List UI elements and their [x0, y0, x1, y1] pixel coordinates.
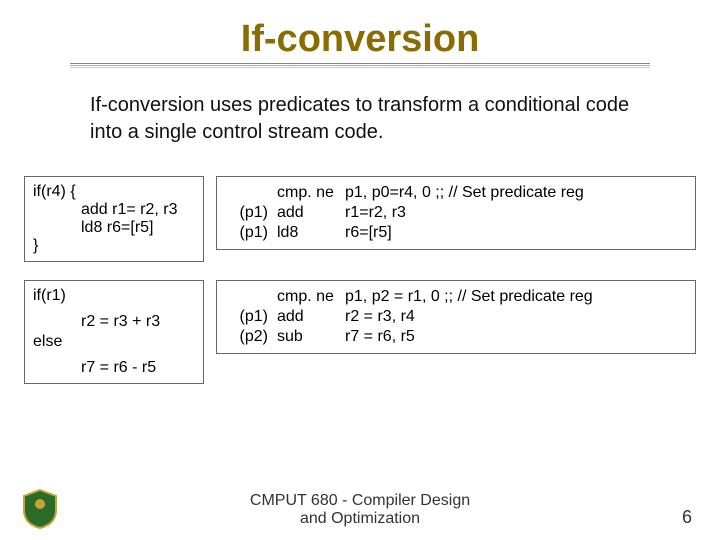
- code-line: add r1= r2, r3: [33, 201, 195, 219]
- code-line: if(r1): [33, 287, 195, 305]
- code-line: r7 = r6 - r5: [33, 351, 195, 377]
- footer-line: CMPUT 680 - Compiler Design: [250, 492, 470, 509]
- rest-cell: r7 = r6, r5: [342, 327, 687, 347]
- example-2-result: cmp. ne p1, p2 = r1, 0 ;; // Set predica…: [216, 280, 696, 354]
- rest-cell: p1, p0=r4, 0 ;; // Set predicate reg: [342, 183, 687, 203]
- pred-cell: [225, 287, 274, 307]
- slide-title: If-conversion: [0, 0, 720, 63]
- code-line: else: [33, 331, 195, 351]
- rest-cell: r1=r2, r3: [342, 203, 687, 223]
- pred-cell: (p1): [225, 203, 274, 223]
- example-1-result: cmp. ne p1, p0=r4, 0 ;; // Set predicate…: [216, 176, 696, 250]
- code-line: ld8 r6=[r5]: [33, 219, 195, 237]
- footer-text: CMPUT 680 - Compiler Design and Optimiza…: [0, 492, 720, 528]
- title-divider: [70, 63, 650, 68]
- code-line: }: [33, 237, 195, 255]
- code-line: if(r4) {: [33, 183, 195, 201]
- example-2: if(r1) r2 = r3 + r3 else r7 = r6 - r5 cm…: [24, 280, 696, 384]
- code-line: r2 = r3 + r3: [33, 305, 195, 331]
- op-cell: add: [274, 203, 342, 223]
- example-2-source: if(r1) r2 = r3 + r3 else r7 = r6 - r5: [24, 280, 204, 384]
- op-cell: add: [274, 307, 342, 327]
- op-cell: sub: [274, 327, 342, 347]
- example-1: if(r4) { add r1= r2, r3 ld8 r6=[r5] } cm…: [24, 176, 696, 262]
- pred-cell: (p1): [225, 307, 274, 327]
- pred-cell: (p1): [225, 223, 274, 243]
- intro-text: If-conversion uses predicates to transfo…: [90, 92, 640, 146]
- rest-cell: r2 = r3, r4: [342, 307, 687, 327]
- rest-cell: p1, p2 = r1, 0 ;; // Set predicate reg: [342, 287, 687, 307]
- op-cell: cmp. ne: [274, 183, 342, 203]
- pred-cell: [225, 183, 274, 203]
- page-number: 6: [682, 507, 692, 528]
- op-cell: cmp. ne: [274, 287, 342, 307]
- footer-line: and Optimization: [300, 510, 420, 527]
- pred-cell: (p2): [225, 327, 274, 347]
- example-1-source: if(r4) { add r1= r2, r3 ld8 r6=[r5] }: [24, 176, 204, 262]
- op-cell: ld8: [274, 223, 342, 243]
- rest-cell: r6=[r5]: [342, 223, 687, 243]
